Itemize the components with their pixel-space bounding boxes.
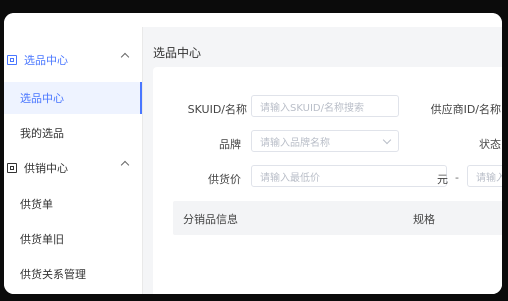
sidebar-item-supply-order-old[interactable]: 供货单旧 <box>4 223 142 255</box>
sidebar-item-supply-order[interactable]: 供货单 <box>4 188 142 220</box>
skuid-input-placeholder: 请输入SKUID/名称搜索 <box>260 102 364 114</box>
table-header: 分销品信息 规格 <box>173 201 502 235</box>
price-range-separator: - <box>455 171 459 184</box>
chevron-up-icon <box>120 52 130 62</box>
column-header-spec: 规格 <box>413 213 435 226</box>
sidebar-item-supply-relationship[interactable]: 供货关系管理 <box>4 258 142 290</box>
page-title: 选品中心 <box>153 46 202 60</box>
column-header-product-info: 分销品信息 <box>183 213 238 226</box>
sidebar-item-my-selection[interactable]: 我的选品 <box>4 117 142 149</box>
sidebar-item-selection-center[interactable]: 选品中心 <box>4 82 142 114</box>
price-max-placeholder: 请输入最 <box>476 172 502 184</box>
sidebar-item-label: 供货关系管理 <box>20 268 86 281</box>
price-max-input[interactable]: 请输入最 <box>467 165 502 187</box>
price-min-input[interactable]: 请输入最低价 <box>251 165 447 187</box>
price-unit: 元 <box>437 173 448 186</box>
skuid-label: SKUID/名称 <box>187 103 247 116</box>
sidebar-item-label: 我的选品 <box>20 127 64 140</box>
sidebar-item-label: 选品中心 <box>20 92 64 105</box>
sidebar-group-label: 选品中心 <box>24 54 68 67</box>
sidebar-group-label: 供销中心 <box>24 162 68 175</box>
supplier-label: 供应商ID/名称 <box>430 103 501 116</box>
price-min-placeholder: 请输入最低价 <box>260 172 320 184</box>
brand-select-placeholder: 请输入品牌名称 <box>260 137 330 149</box>
sidebar-item-label: 供货单 <box>20 198 53 211</box>
skuid-input[interactable]: 请输入SKUID/名称搜索 <box>251 95 399 117</box>
box-icon <box>7 55 17 65</box>
sidebar-group-selection-center[interactable]: 选品中心 <box>4 45 142 75</box>
chevron-up-icon <box>120 160 130 170</box>
filter-card: SKUID/名称 请输入SKUID/名称搜索 供应商ID/名称 品牌 请输入品牌… <box>153 67 502 294</box>
box-icon <box>7 163 17 173</box>
sidebar-group-supply-center[interactable]: 供销中心 <box>4 153 142 183</box>
status-label: 状态 <box>479 138 501 151</box>
sidebar-item-label: 供货单旧 <box>20 233 64 246</box>
chevron-down-icon <box>382 135 392 145</box>
app-window: 选品中心 选品中心 我的选品 供销中心 供货单 供货单旧 供货关系管理 选品中心… <box>4 13 502 294</box>
main-content: 选品中心 SKUID/名称 请输入SKUID/名称搜索 供应商ID/名称 品牌 … <box>143 27 502 294</box>
window-top-bar <box>4 13 502 27</box>
brand-label: 品牌 <box>219 138 241 151</box>
price-label: 供货价 <box>208 173 241 186</box>
brand-select[interactable]: 请输入品牌名称 <box>251 130 399 152</box>
sidebar: 选品中心 选品中心 我的选品 供销中心 供货单 供货单旧 供货关系管理 <box>4 27 143 294</box>
